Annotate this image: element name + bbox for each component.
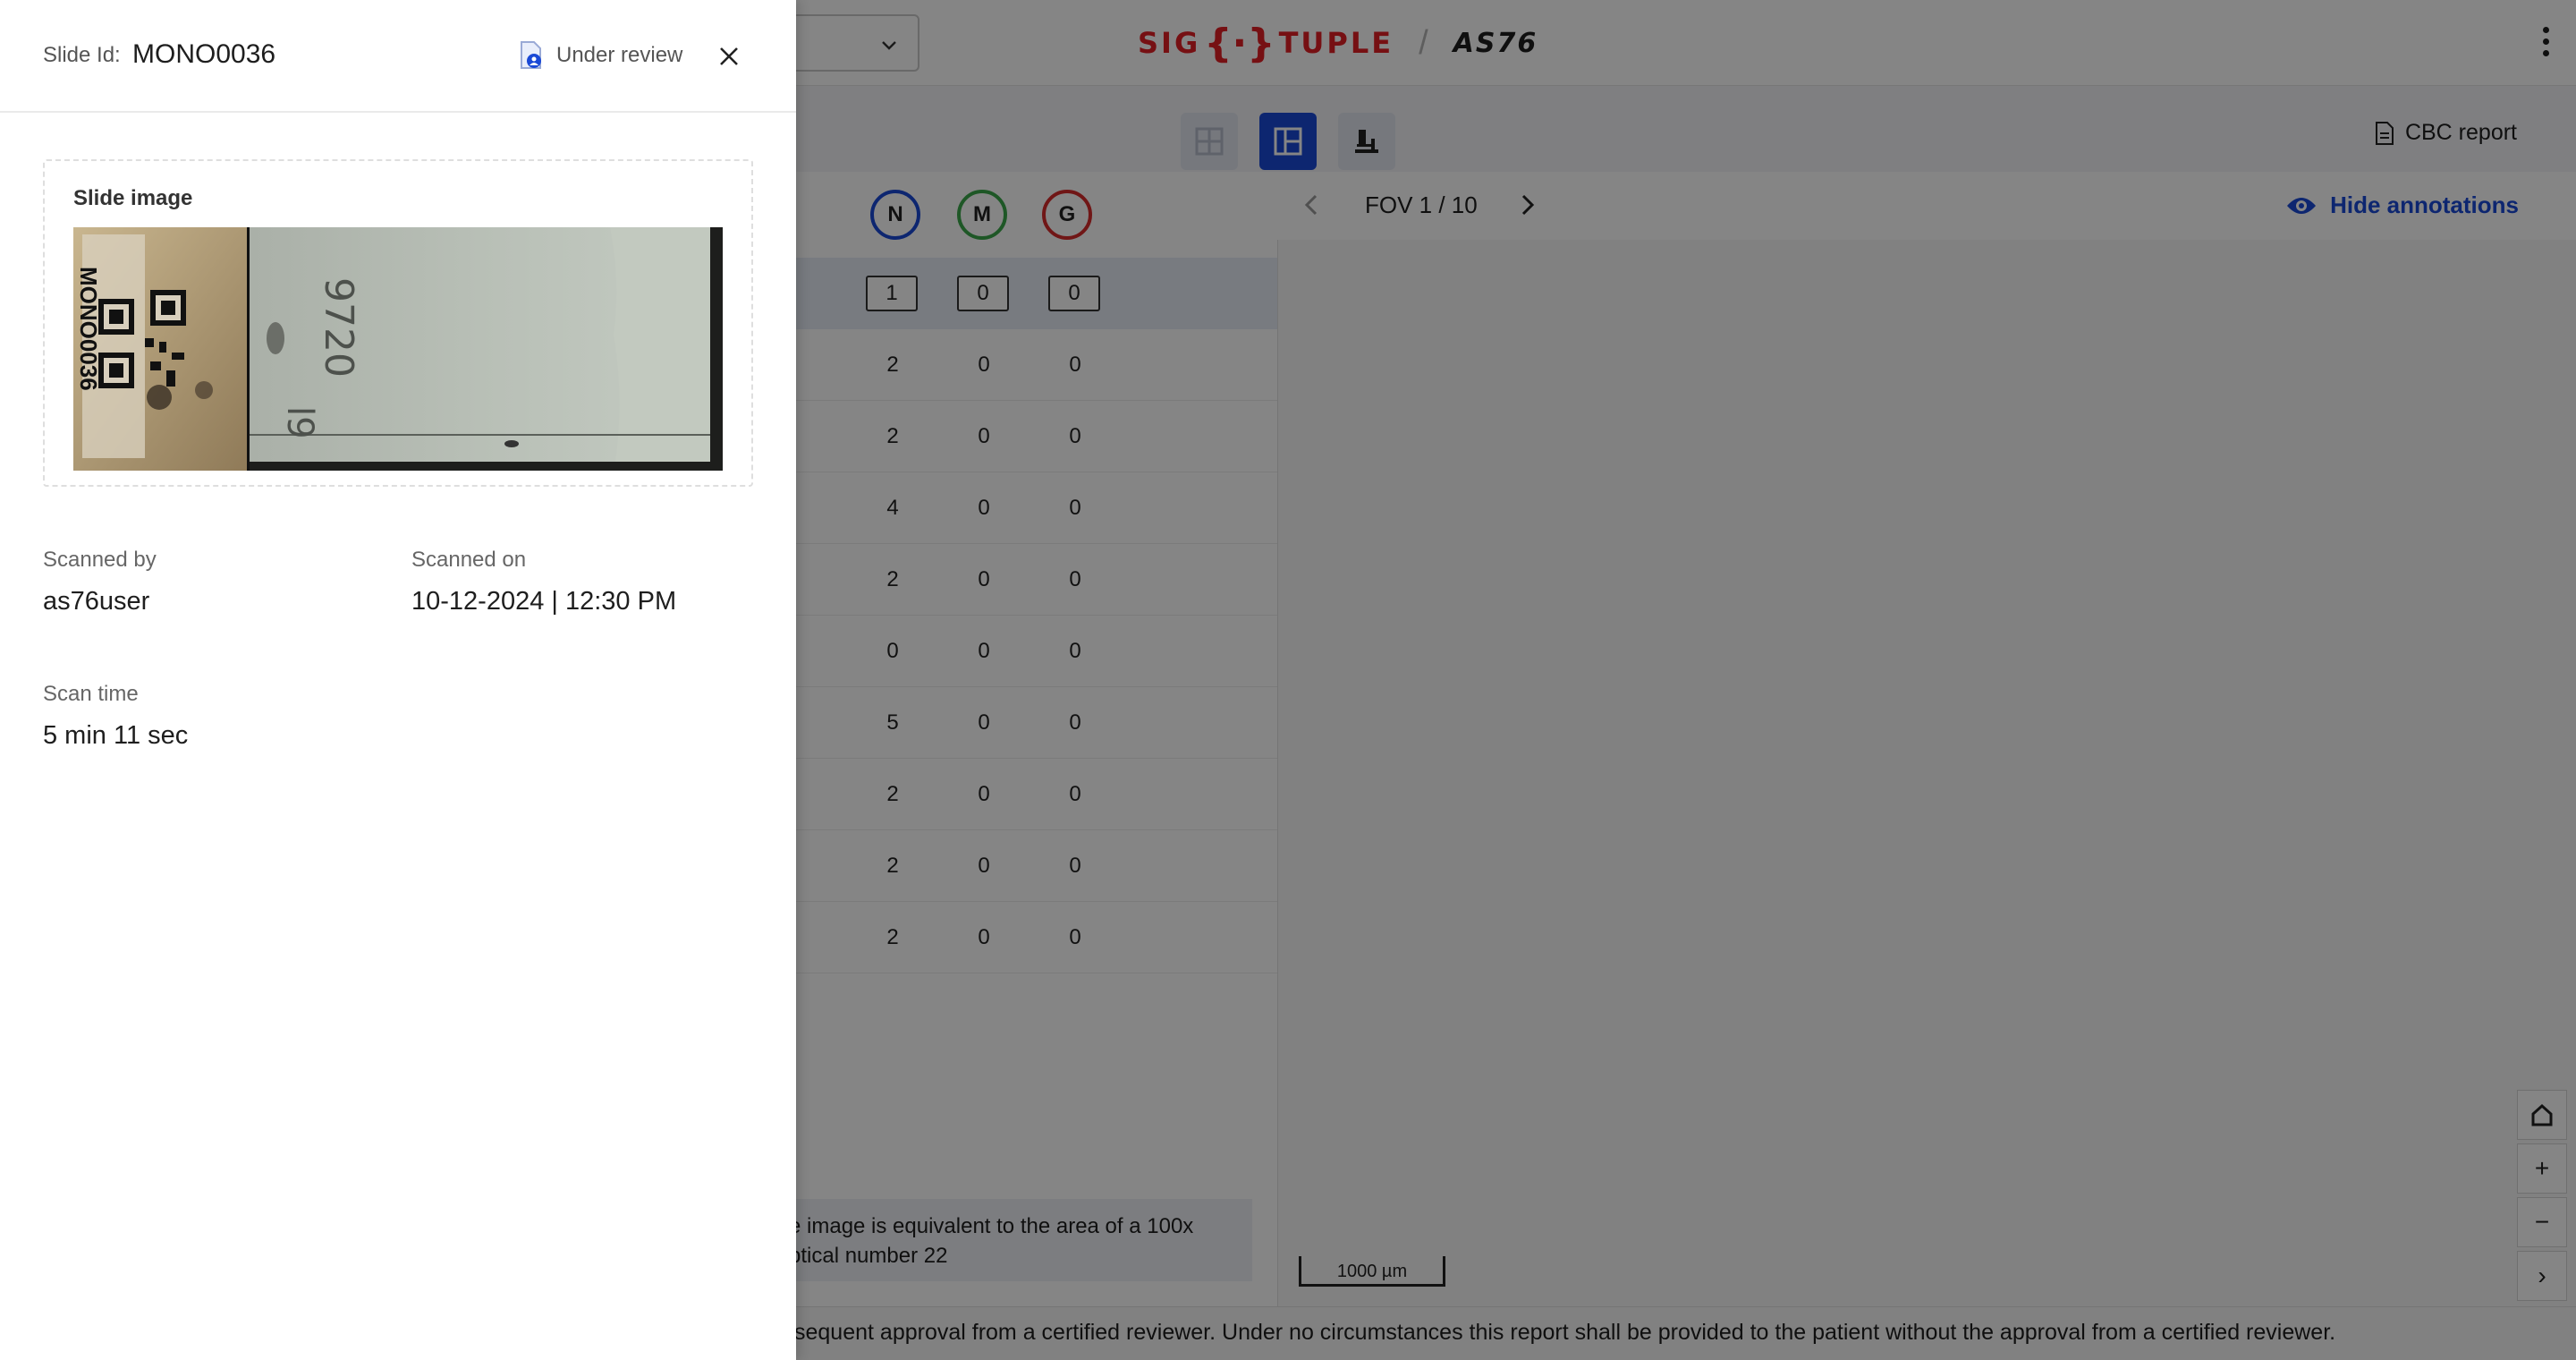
close-button[interactable] (712, 39, 746, 73)
close-icon (720, 47, 738, 65)
scanned-by-value: as76user (43, 587, 150, 616)
review-status-icon (521, 41, 541, 69)
scan-time-label: Scan time (43, 682, 139, 706)
scanned-on-label: Scanned on (411, 548, 527, 572)
svg-text:l9: l9 (279, 406, 320, 439)
scanned-by-label: Scanned by (43, 548, 157, 572)
slide-image-title: Slide image (73, 186, 193, 210)
slide-details-drawer: Slide Id: MONO0036 Under review Slide im… (0, 0, 796, 1360)
drawer-header: Slide Id: MONO0036 Under review (0, 0, 796, 113)
review-status-label: Under review (556, 43, 683, 67)
slide-id-label: Slide Id: (43, 43, 121, 67)
scanned-on-value: 10-12-2024 | 12:30 PM (411, 587, 677, 616)
scan-time-value: 5 min 11 sec (43, 721, 189, 750)
slide-label-text: MONO0036 (75, 267, 102, 391)
slide-id-value: MONO0036 (132, 39, 276, 69)
slide-image[interactable]: MONO0036 9720 l9 (73, 227, 723, 471)
review-status: Under review (519, 41, 682, 70)
slide-handwriting: 9720 (316, 277, 361, 378)
